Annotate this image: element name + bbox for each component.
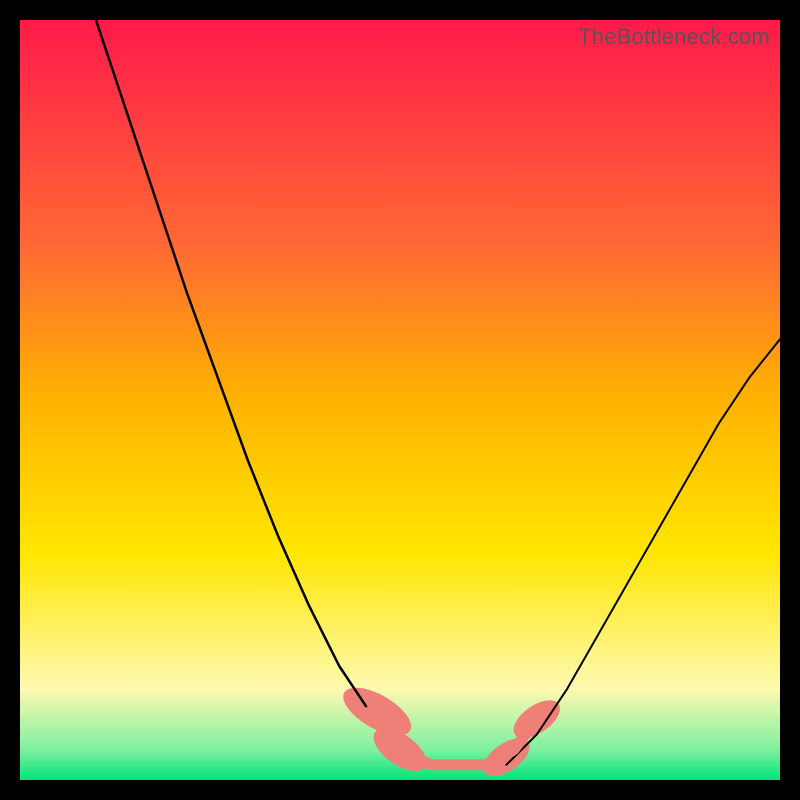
bottleneck-chart [20, 20, 780, 780]
chart-frame: TheBottleneck.com [20, 20, 780, 780]
